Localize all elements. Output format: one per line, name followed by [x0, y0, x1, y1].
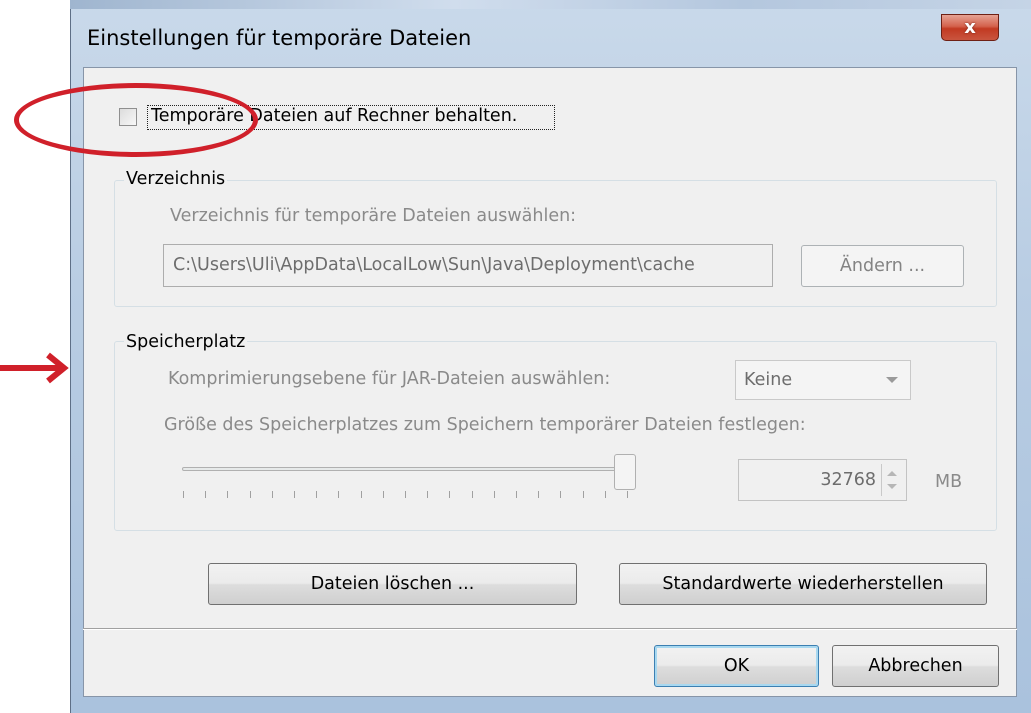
chevron-down-icon [886, 377, 898, 383]
size-slider-track[interactable] [182, 467, 624, 471]
delete-files-button[interactable]: Dateien löschen ... [208, 563, 577, 605]
footer-separator [83, 628, 1017, 630]
slider-tick [560, 491, 561, 498]
size-spinner[interactable]: 32768 [738, 459, 907, 501]
size-unit: MB [935, 472, 963, 492]
window-title: Einstellungen für temporäre Dateien [87, 26, 472, 50]
spin-up-icon[interactable] [887, 471, 897, 476]
annotation-arrow-icon [0, 352, 69, 384]
slider-tick [361, 491, 362, 498]
slider-tick [472, 491, 473, 498]
slider-tick [449, 491, 450, 498]
keep-files-label[interactable]: Temporäre Dateien auf Rechner behalten. [151, 106, 517, 126]
size-slider-thumb[interactable] [614, 454, 636, 490]
cancel-button[interactable]: Abbrechen [832, 645, 999, 687]
compression-select[interactable]: Keine [735, 360, 911, 400]
slider-tick [405, 491, 406, 498]
slider-tick [383, 491, 384, 498]
slider-tick [538, 491, 539, 498]
spin-down-icon[interactable] [887, 484, 897, 489]
slider-tick [316, 491, 317, 498]
keep-files-checkbox[interactable] [119, 108, 137, 126]
close-icon: x [964, 17, 976, 38]
compression-label: Komprimierungsebene für JAR-Dateien ausw… [168, 369, 611, 389]
slider-tick [227, 491, 228, 498]
directory-path-field[interactable]: C:\Users\Uli\AppData\LocalLow\Sun\Java\D… [163, 244, 773, 287]
slider-tick [427, 491, 428, 498]
slider-tick [338, 491, 339, 498]
compression-value: Keine [744, 370, 793, 390]
size-slider-ticks [183, 491, 628, 499]
slider-tick [272, 491, 273, 498]
change-directory-button[interactable]: Ändern ... [801, 245, 964, 287]
restore-defaults-button[interactable]: Standardwerte wiederherstellen [619, 563, 987, 605]
slider-tick [183, 491, 184, 498]
directory-prompt: Verzeichnis für temporäre Dateien auswäh… [170, 206, 577, 226]
slider-tick [627, 491, 628, 498]
directory-group-title: Verzeichnis [124, 169, 228, 189]
slider-tick [250, 491, 251, 498]
size-value: 32768 [820, 470, 876, 490]
slider-tick [605, 491, 606, 498]
slider-tick [205, 491, 206, 498]
slider-tick [494, 491, 495, 498]
spinner-buttons[interactable] [881, 464, 902, 496]
window-frame-top [70, 0, 1031, 9]
size-label: Größe des Speicherplatzes zum Speichern … [164, 415, 806, 435]
slider-tick [516, 491, 517, 498]
ok-button[interactable]: OK [654, 645, 819, 687]
storage-group-title: Speicherplatz [124, 332, 248, 352]
slider-tick [583, 491, 584, 498]
close-button[interactable]: x [941, 14, 999, 41]
slider-tick [294, 491, 295, 498]
